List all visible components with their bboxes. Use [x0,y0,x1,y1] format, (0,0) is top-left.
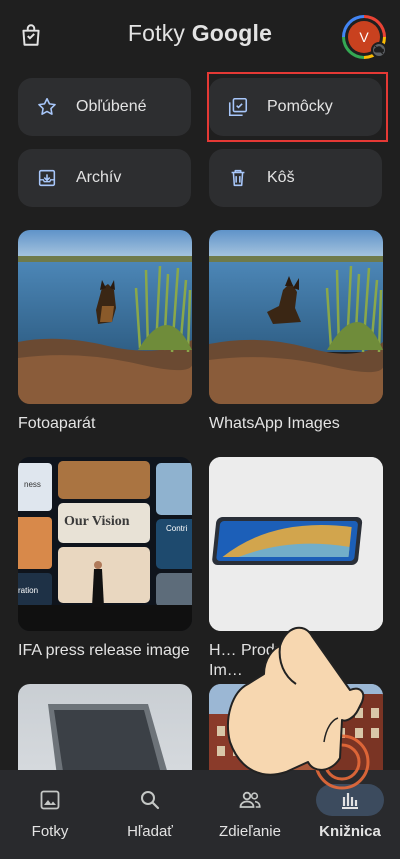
trash-icon [227,167,249,189]
nav-photos[interactable]: Fotky [0,770,100,859]
album-thumbnail[interactable] [209,457,383,631]
album-camera[interactable]: Fotoaparát [18,230,192,434]
nav-library[interactable]: Knižnica [300,770,400,859]
nav-search[interactable]: Hľadať [100,770,200,859]
top-app-bar: Fotky Google V [0,0,400,72]
bottom-navigation: Fotky Hľadať Zdieľanie Knižnica [0,770,400,859]
archive-chip[interactable]: Archív [18,149,191,207]
favorites-label: Obľúbené [76,98,147,115]
people-icon [216,784,284,816]
album-title-line2: Im… [209,662,243,679]
nav-label: Hľadať [127,823,173,840]
star-icon [36,96,58,118]
photo-icon [16,784,84,816]
album-title: H… Product Im… [209,641,383,681]
thumb-text-contri: Contri [166,524,188,533]
avatar[interactable]: V [342,15,387,59]
thumb-text-our-vision: Our Vision [64,514,130,529]
utilities-icon [227,96,249,118]
album-product[interactable]: H… Product Im… [209,457,383,681]
album-whatsapp[interactable]: WhatsApp Images [209,230,383,434]
album-title: WhatsApp Images [209,415,340,432]
album-thumbnail[interactable] [18,230,192,404]
app-title-brand: Google [191,20,273,46]
utilities-label: Pomôcky [267,98,333,115]
trash-chip[interactable]: Kôš [209,149,382,207]
app-title: Fotky Google [0,20,400,47]
album-title-line1: H… Product [209,642,297,659]
nav-label: Zdieľanie [219,823,281,840]
thumb-text-ration: ration [18,586,38,595]
album-title: IFA press release image [18,642,190,659]
album-ifa-press[interactable]: ness Our Vision Contri ration IFA press … [18,457,192,661]
nav-sharing[interactable]: Zdieľanie [200,770,300,859]
album-thumbnail[interactable]: ness Our Vision Contri ration [18,457,192,631]
app-title-prefix: Fotky [127,20,186,46]
thumb-text-ness: ness [24,480,41,489]
archive-icon [36,167,58,189]
library-icon [316,784,384,816]
favorites-chip[interactable]: Obľúbené [18,78,191,136]
album-thumbnail[interactable] [209,230,383,404]
utilities-chip[interactable]: Pomôcky [209,78,382,136]
nav-label: Fotky [31,823,69,840]
archive-label: Archív [76,169,122,186]
nav-label: Knižnica [319,823,381,840]
trash-label: Kôš [267,169,295,186]
backup-off-icon [371,42,387,58]
search-icon [116,784,184,816]
album-title: Fotoaparát [18,415,96,432]
